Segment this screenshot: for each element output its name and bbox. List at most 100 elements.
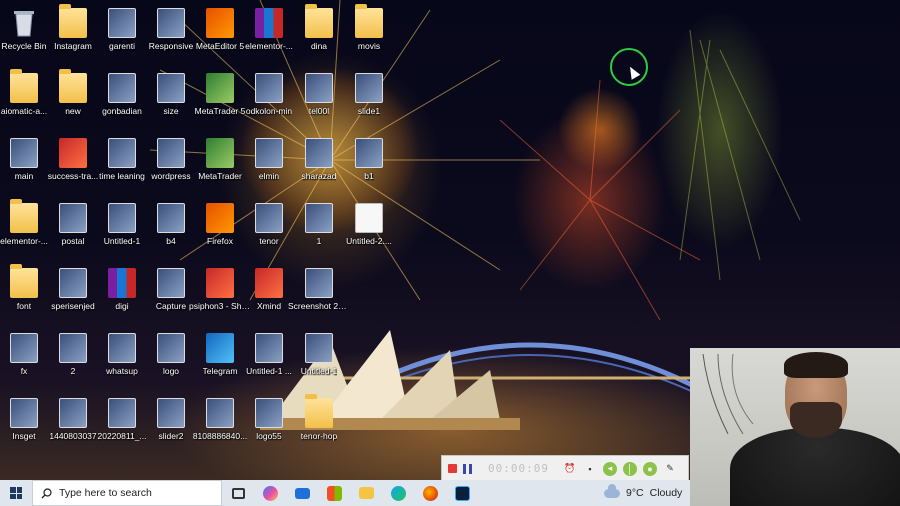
desktop-icon[interactable]: tel00l	[293, 67, 345, 127]
recycle-bin-icon	[10, 8, 38, 38]
presenter-beard	[790, 402, 842, 438]
desktop-icon[interactable]: tenor-hop	[293, 392, 345, 452]
timer-icon[interactable]: ⏰	[563, 462, 577, 476]
desktop-icon[interactable]: Capture	[145, 262, 197, 322]
store-icon[interactable]	[318, 480, 350, 506]
desktop-icon[interactable]: dina	[293, 2, 345, 62]
desktop-icon[interactable]: elementor-...	[0, 197, 50, 257]
desktop-icon-label: gonbadian	[102, 106, 142, 116]
image-icon	[305, 138, 333, 168]
pen-icon[interactable]: ✎	[663, 462, 677, 476]
desktop-icon[interactable]: sharazad	[293, 132, 345, 192]
taskbar-search-box[interactable]: Type here to search	[32, 480, 222, 506]
image-icon	[10, 138, 38, 168]
desktop-icon[interactable]: logo55	[243, 392, 295, 452]
desktop-icon[interactable]: Untitled-1 ...	[243, 327, 295, 387]
presenter-hair	[784, 352, 848, 378]
desktop-icon[interactable]: whatsup	[96, 327, 148, 387]
folder-icon	[355, 4, 383, 38]
file-explorer-icon[interactable]	[350, 480, 382, 506]
desktop-icon[interactable]: MetaTrader 5	[194, 67, 246, 127]
desktop-icon[interactable]: b4	[145, 197, 197, 257]
desktop-icon[interactable]: Telegram	[194, 327, 246, 387]
desktop-icon[interactable]: b1	[343, 132, 395, 192]
desktop-icon[interactable]: movis	[343, 2, 395, 62]
folder-icon	[10, 199, 38, 233]
camera-icon[interactable]: ▪	[583, 462, 597, 476]
screen-recorder-toolbar: 00:00:09 ⏰ ▪ ◂ │ ● ✎	[441, 455, 689, 482]
folder-icon	[305, 4, 333, 38]
image-icon	[108, 138, 136, 168]
desktop-icon[interactable]: logo	[145, 327, 197, 387]
desktop-icon[interactable]: Untitled-2....	[343, 197, 395, 257]
desktop-icon-label: elementor-...	[245, 41, 293, 51]
desktop-icon-label: logo55	[256, 431, 282, 441]
desktop-icon[interactable]: garenti	[96, 2, 148, 62]
desktop-icon[interactable]: fx	[0, 327, 50, 387]
desktop-icon-label: Firefox	[207, 236, 233, 246]
desktop-icon[interactable]: Recycle Bin	[0, 2, 50, 62]
desktop-icon[interactable]: Untitled-1	[293, 327, 345, 387]
desktop-icon[interactable]: tenor	[243, 197, 295, 257]
folder-icon	[59, 4, 87, 38]
desktop-icon[interactable]: new	[47, 67, 99, 127]
photoshop-icon[interactable]	[446, 480, 478, 506]
speaker-icon[interactable]: ◂	[602, 461, 617, 476]
search-icon	[41, 487, 52, 498]
microphone-icon[interactable]: │	[622, 461, 637, 476]
start-button[interactable]	[0, 480, 32, 506]
copilot-icon[interactable]	[254, 480, 286, 506]
desktop-icon[interactable]: wordpress	[145, 132, 197, 192]
task-view-icon[interactable]	[222, 480, 254, 506]
desktop-icon[interactable]: main	[0, 132, 50, 192]
image-icon	[305, 73, 333, 103]
desktop-icon[interactable]: 1	[293, 197, 345, 257]
desktop-icon[interactable]: Insget	[0, 392, 50, 452]
desktop-icon[interactable]: psiphon3 - Shortcut	[189, 262, 251, 322]
desktop-icon[interactable]: Instagram	[47, 2, 99, 62]
windows-logo-icon	[10, 487, 22, 499]
desktop-icon[interactable]: Untitled-1	[96, 197, 148, 257]
desktop-icon[interactable]: slide1	[343, 67, 395, 127]
desktop-icon[interactable]: digi	[96, 262, 148, 322]
desktop-icon-label: elmin	[258, 171, 280, 181]
desktop-icon[interactable]: 20220811_...	[96, 392, 148, 452]
desktop-icon-label: new	[65, 106, 81, 116]
stop-icon[interactable]	[448, 464, 457, 473]
weather-widget[interactable]: 9°C Cloudy	[604, 480, 682, 506]
folder-icon	[10, 264, 38, 298]
mail-icon[interactable]	[286, 480, 318, 506]
desktop-icon[interactable]: MetaTrader	[194, 132, 246, 192]
desktop-icon[interactable]: success-tra...	[47, 132, 99, 192]
desktop-icon[interactable]: odkolon-min	[243, 67, 295, 127]
desktop-icon[interactable]: 2	[47, 327, 99, 387]
desktop-icon[interactable]: postal	[47, 197, 99, 257]
firefox-icon[interactable]	[414, 480, 446, 506]
desktop-icon[interactable]: font	[0, 262, 50, 322]
desktop-icon[interactable]: MetaEditor 5	[194, 2, 246, 62]
desktop-icon[interactable]: Firefox	[194, 197, 246, 257]
desktop-icon[interactable]: sperisenjed	[47, 262, 99, 322]
desktop-icon-label: b4	[166, 236, 176, 246]
desktop-icon-label: success-tra...	[47, 171, 99, 181]
desktop-icon[interactable]: Screenshot 2025-01-...	[288, 262, 350, 322]
desktop-icon[interactable]: elementor-...	[243, 2, 295, 62]
desktop-icon[interactable]: Xmind	[243, 262, 295, 322]
desktop-icon[interactable]: size	[145, 67, 197, 127]
webcam-icon[interactable]: ●	[642, 461, 657, 476]
edge-icon[interactable]	[382, 480, 414, 506]
desktop-icon-label: dina	[310, 41, 328, 51]
desktop-icon[interactable]: gonbadian	[96, 67, 148, 127]
desktop-icon[interactable]: time leaning	[96, 132, 148, 192]
image-icon	[255, 138, 283, 168]
pause-icon[interactable]	[463, 463, 472, 474]
desktop-icon-label: movis	[357, 41, 381, 51]
desktop-icon[interactable]: elmin	[243, 132, 295, 192]
desktop-icon[interactable]: 1440803037	[47, 392, 99, 452]
desktop-icon-label: font	[16, 301, 32, 311]
image-icon	[206, 398, 234, 428]
desktop-icon[interactable]: 8108886840...	[193, 392, 247, 452]
desktop-icon[interactable]: slider2	[145, 392, 197, 452]
desktop-icon[interactable]: Responsive	[145, 2, 197, 62]
desktop-icon[interactable]: aiomatic-a...	[0, 67, 50, 127]
